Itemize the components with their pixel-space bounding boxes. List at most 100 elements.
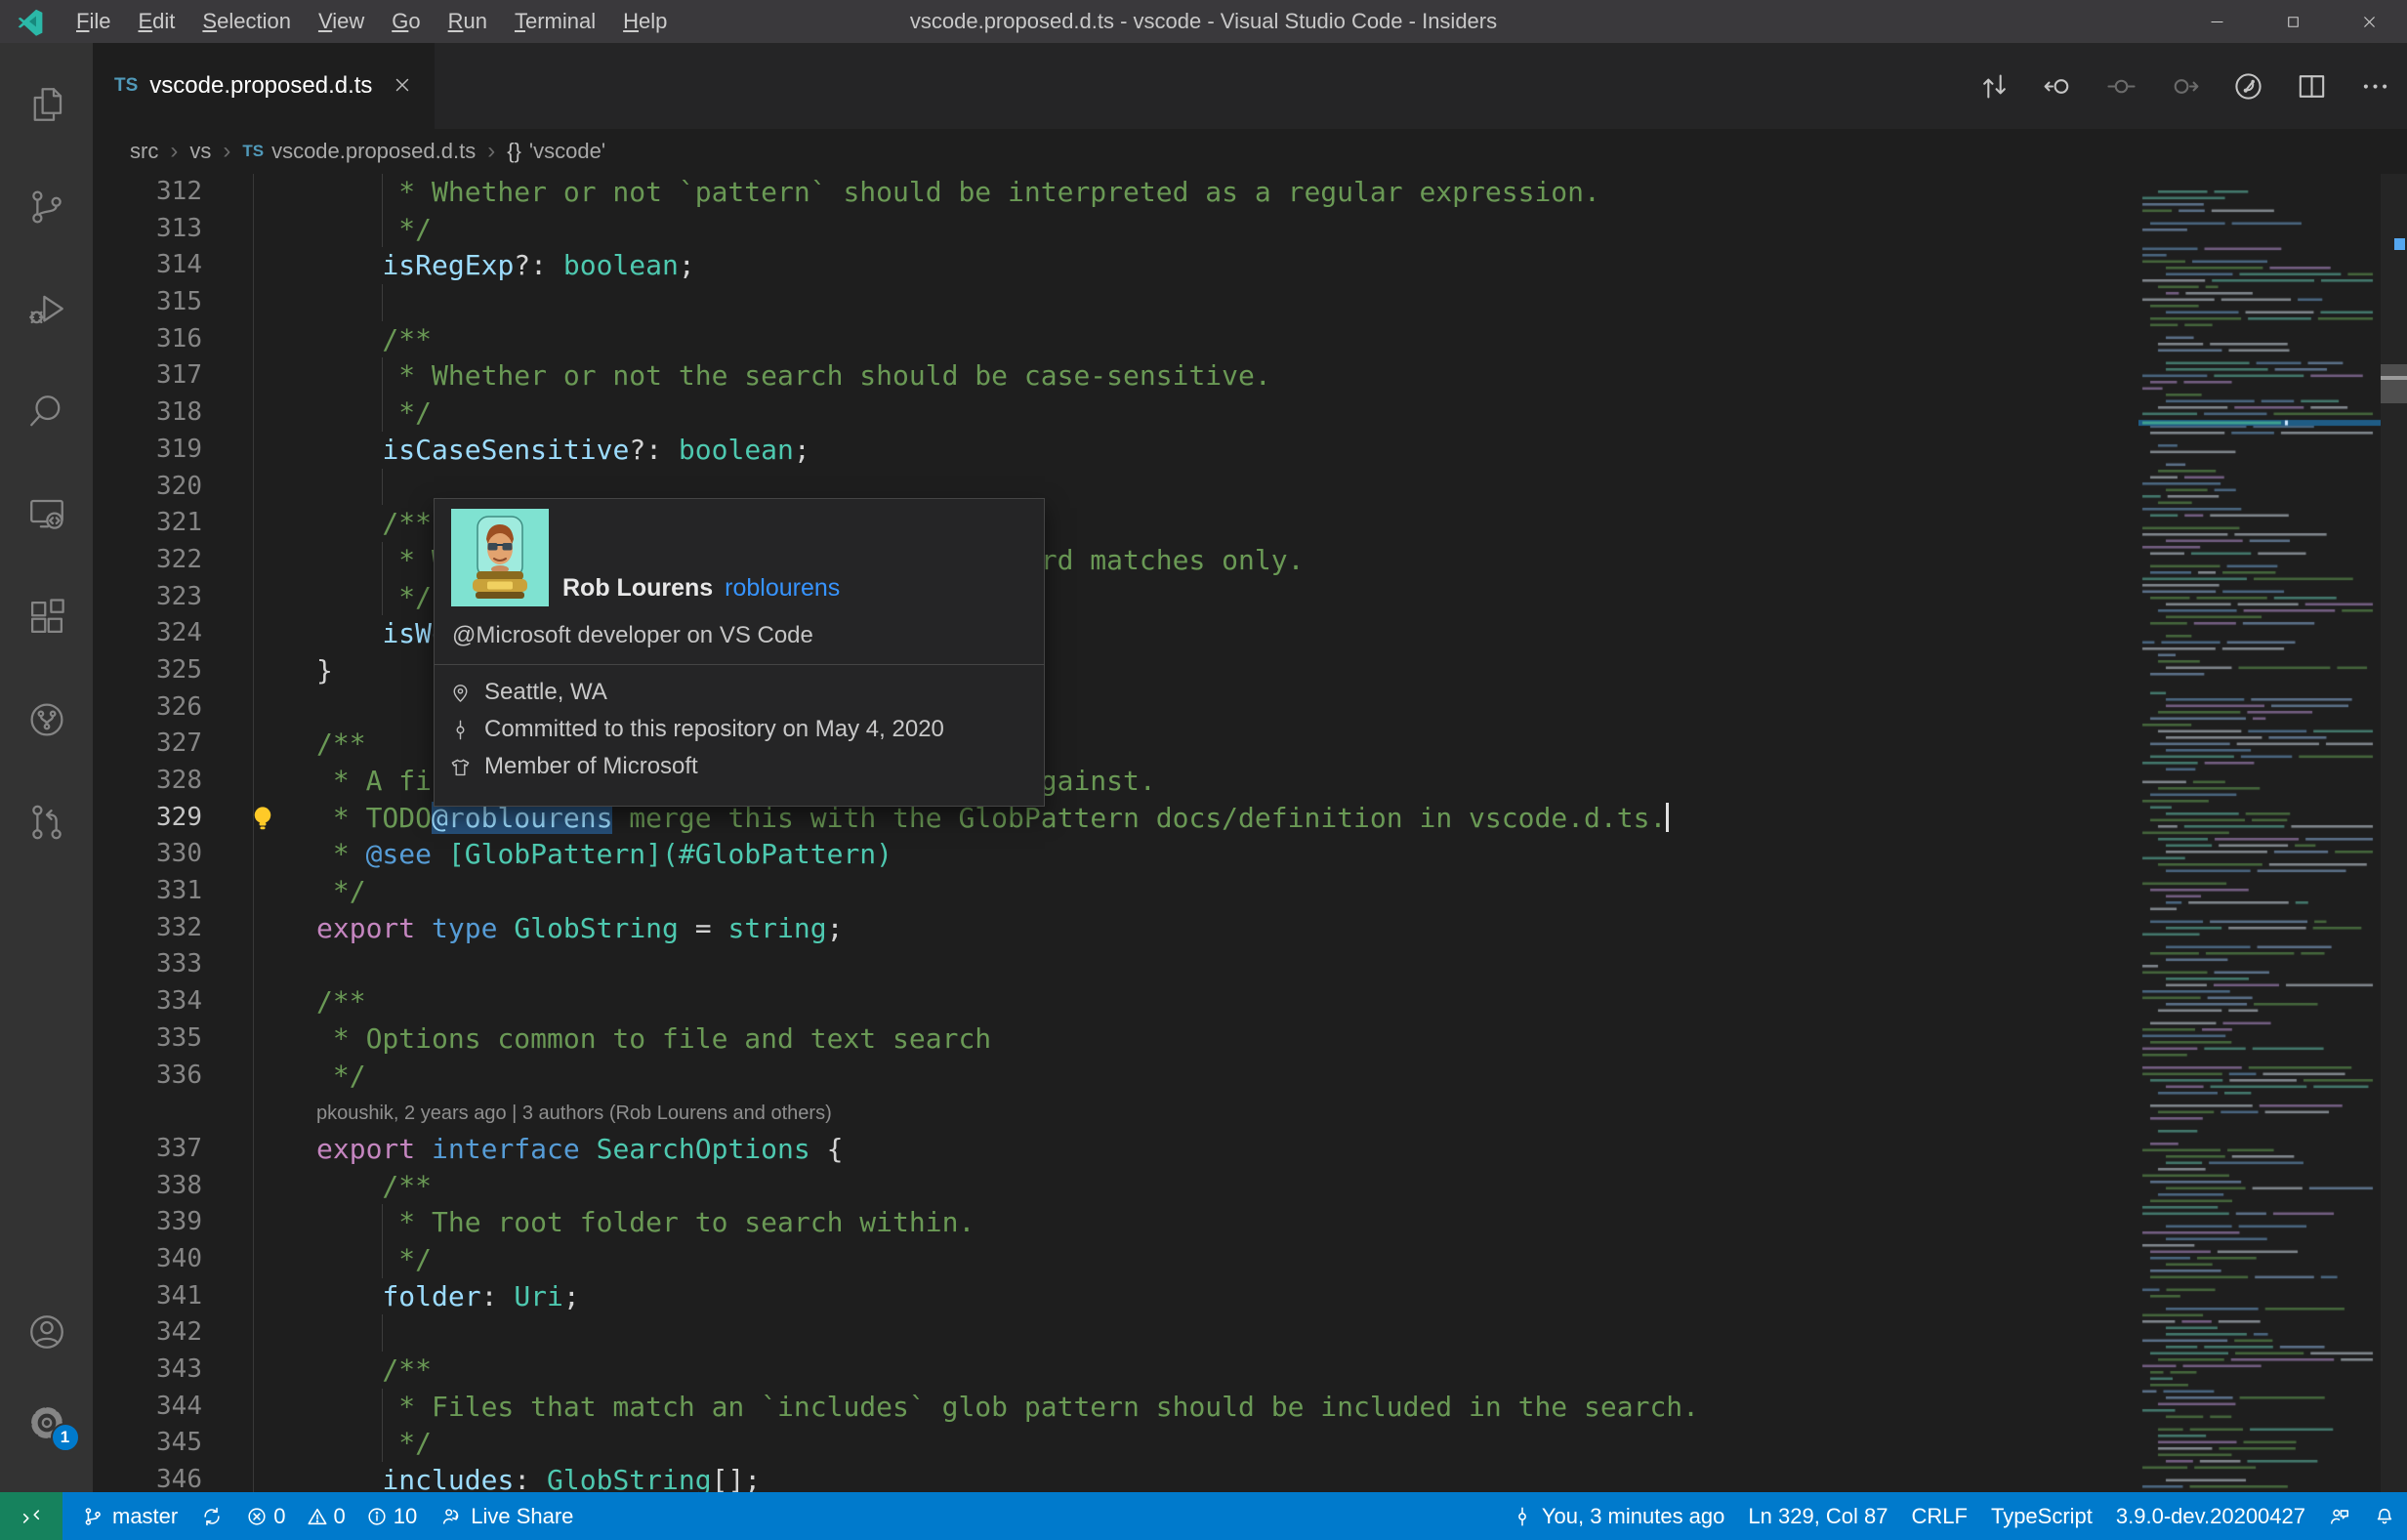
status-git-branch[interactable]: master <box>70 1492 189 1540</box>
line-number[interactable]: 337 <box>93 1131 202 1168</box>
code-line-327[interactable]: 327 /** <box>93 726 2138 763</box>
line-number[interactable]: 331 <box>93 873 202 910</box>
line-number[interactable]: 327 <box>93 726 202 763</box>
code-line-325[interactable]: 325} <box>93 652 2138 689</box>
code-line-344[interactable]: 344 * Files that match an `includes` glo… <box>93 1388 2138 1426</box>
code-line-320[interactable]: 320 <box>93 468 2138 506</box>
line-number[interactable]: 342 <box>93 1314 202 1352</box>
previous-change-icon[interactable] <box>2042 70 2074 103</box>
code-line-329[interactable]: 329 * TODO@roblourens merge this with th… <box>93 800 2138 837</box>
open-revision-icon[interactable] <box>2105 70 2137 103</box>
menu-view[interactable]: View <box>305 0 378 43</box>
code-line-336[interactable]: 336 */ <box>93 1058 2138 1095</box>
code-line-346[interactable]: 346 includes: GlobString[]; <box>93 1462 2138 1492</box>
activity-item-pull-requests[interactable] <box>25 801 68 844</box>
code-line-319[interactable]: 319 isCaseSensitive?: boolean; <box>93 432 2138 469</box>
menu-run[interactable]: Run <box>435 0 501 43</box>
breadcrumb-item-2[interactable]: vs <box>189 139 211 164</box>
line-number[interactable]: 346 <box>93 1462 202 1492</box>
line-number[interactable]: 312 <box>93 174 202 211</box>
minimap[interactable] <box>2138 174 2381 1492</box>
line-number[interactable]: 332 <box>93 910 202 947</box>
line-number[interactable]: 314 <box>93 247 202 284</box>
code-line-318[interactable]: 318 */ <box>93 395 2138 432</box>
next-change-icon[interactable] <box>2169 70 2201 103</box>
code-line-340[interactable]: 340 */ <box>93 1240 2138 1278</box>
line-number[interactable]: 318 <box>93 395 202 432</box>
menu-edit[interactable]: Edit <box>124 0 188 43</box>
breadcrumb-item-4[interactable]: {} 'vscode' <box>507 139 605 164</box>
tab-close-icon[interactable] <box>392 74 415 98</box>
line-number[interactable]: 326 <box>93 689 202 727</box>
status-remote-indicator[interactable] <box>0 1492 62 1540</box>
editor-scrollbar[interactable] <box>2381 174 2407 1492</box>
code-line-326[interactable]: 326 <box>93 689 2138 727</box>
line-number[interactable]: 319 <box>93 432 202 469</box>
line-number[interactable]: 323 <box>93 579 202 616</box>
code-line-323[interactable]: 323 */ <box>93 578 2138 616</box>
line-number[interactable]: 335 <box>93 1020 202 1058</box>
code-line-339[interactable]: 339 * The root folder to search within. <box>93 1204 2138 1241</box>
activity-item-run-and-debug[interactable] <box>25 288 68 331</box>
minimize-button[interactable] <box>2179 0 2255 43</box>
line-number[interactable]: 324 <box>93 615 202 652</box>
activity-item-extensions[interactable] <box>25 596 68 639</box>
line-number[interactable]: 345 <box>93 1425 202 1462</box>
activity-item-explorer[interactable] <box>25 83 68 126</box>
activity-item-accounts[interactable] <box>25 1311 68 1353</box>
lightbulb-icon[interactable] <box>247 803 278 834</box>
code-line-334[interactable]: 334 /** <box>93 983 2138 1020</box>
menu-terminal[interactable]: Terminal <box>501 0 609 43</box>
status-sync-changes[interactable] <box>189 1492 234 1540</box>
git-blame-codelens[interactable]: pkoushik, 2 years ago | 3 authors (Rob L… <box>93 1094 2138 1131</box>
line-number[interactable]: 336 <box>93 1058 202 1095</box>
line-number[interactable]: 320 <box>93 469 202 506</box>
line-number[interactable]: 340 <box>93 1241 202 1278</box>
line-number[interactable]: 341 <box>93 1278 202 1315</box>
code-line-315[interactable]: 315 <box>93 284 2138 321</box>
maximize-button[interactable] <box>2255 0 2331 43</box>
line-number[interactable]: 325 <box>93 652 202 689</box>
status-language-mode[interactable]: TypeScript <box>1979 1492 2104 1540</box>
menu-selection[interactable]: Selection <box>188 0 305 43</box>
code-line-312[interactable]: 312 * Whether or not `pattern` should be… <box>93 174 2138 211</box>
line-number[interactable]: 328 <box>93 763 202 800</box>
line-number[interactable]: 329 <box>93 800 202 837</box>
code-line-321[interactable]: 321 /** <box>93 505 2138 542</box>
menu-go[interactable]: Go <box>378 0 434 43</box>
code-line-322[interactable]: 322 * Whether or not to search for whole… <box>93 541 2138 579</box>
line-number[interactable]: 322 <box>93 542 202 579</box>
code-line-332[interactable]: 332 export type GlobString = string; <box>93 910 2138 947</box>
code-line-338[interactable]: 338 /** <box>93 1168 2138 1205</box>
file-history-icon[interactable] <box>2232 70 2264 103</box>
user-full-name[interactable]: Rob Lourens <box>562 574 713 603</box>
code-line-343[interactable]: 343 /** <box>93 1352 2138 1389</box>
status-problems[interactable]: 0 0 10 <box>234 1492 429 1540</box>
code-line-316[interactable]: 316 /** <box>93 321 2138 358</box>
status-live-share[interactable]: Live Share <box>429 1492 585 1540</box>
breadcrumb-item-3[interactable]: TS vscode.proposed.d.ts <box>242 139 476 164</box>
more-actions-icon[interactable] <box>2359 70 2391 103</box>
line-number[interactable]: 313 <box>93 211 202 248</box>
line-number[interactable]: 334 <box>93 983 202 1020</box>
code-line-314[interactable]: 314 isRegExp?: boolean; <box>93 247 2138 284</box>
line-number[interactable]: 316 <box>93 321 202 358</box>
activity-item-settings[interactable]: 1 <box>25 1401 80 1452</box>
menu-file[interactable]: File <box>62 0 124 43</box>
user-login-link[interactable]: roblourens <box>725 574 840 603</box>
code-line-330[interactable]: 330 * @see [GlobPattern](#GlobPattern) <box>93 836 2138 873</box>
status-blame-annotation[interactable]: You, 3 minutes ago <box>1500 1492 1737 1540</box>
scrollbar-thumb[interactable] <box>2381 364 2407 403</box>
code-line-328[interactable]: 328 * A file glob pattern to match file … <box>93 763 2138 800</box>
code-line-333[interactable]: 333 <box>93 946 2138 983</box>
status-notifications[interactable] <box>2362 1492 2407 1540</box>
code-line-317[interactable]: 317 * Whether or not the search should b… <box>93 357 2138 395</box>
open-changes-icon[interactable] <box>1978 70 2011 103</box>
code-line-345[interactable]: 345 */ <box>93 1425 2138 1463</box>
code-line-341[interactable]: 341 folder: Uri; <box>93 1278 2138 1315</box>
activity-item-search[interactable] <box>25 391 68 434</box>
line-number[interactable]: 321 <box>93 505 202 542</box>
code-editor[interactable]: 312 * Whether or not `pattern` should be… <box>93 174 2407 1492</box>
code-line-324[interactable]: 324 isWordMatch?: boolean; <box>93 615 2138 652</box>
activity-item-remote-explorer[interactable] <box>25 493 68 536</box>
